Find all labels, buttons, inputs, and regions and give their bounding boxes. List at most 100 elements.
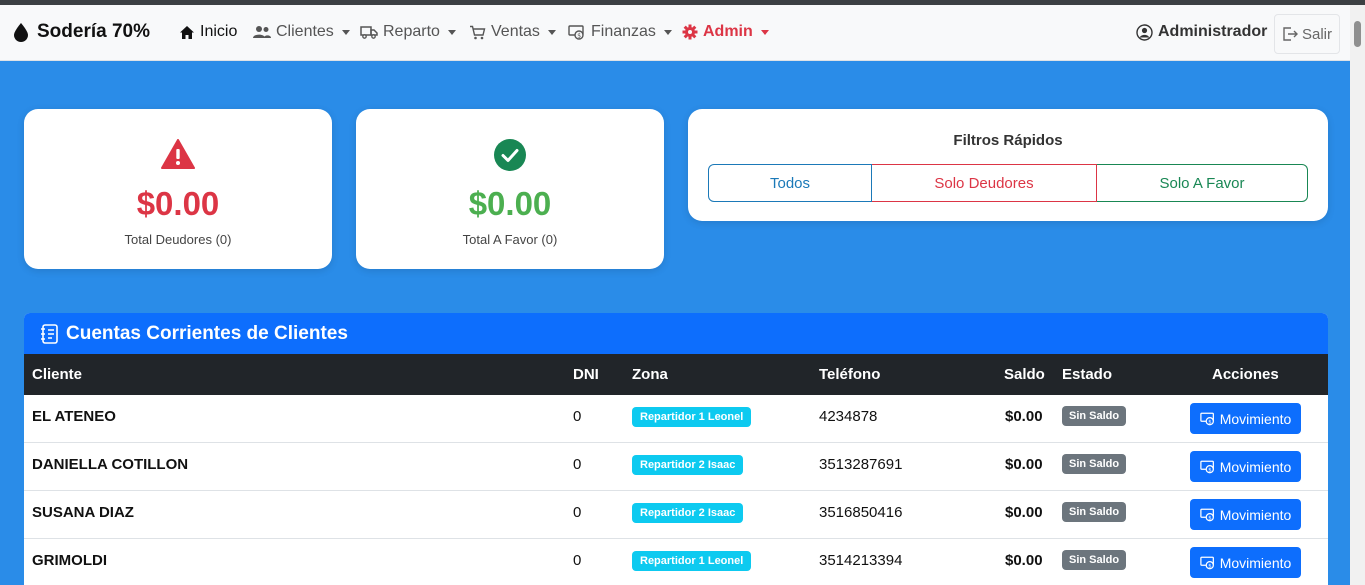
status-badge: Sin Saldo	[1062, 406, 1127, 426]
money-icon: $	[1199, 412, 1214, 425]
cliente-telefono: 3516850416	[819, 504, 903, 521]
zona-badge: Repartidor 1 Leonel	[632, 551, 752, 571]
cliente-dni: 0	[573, 408, 582, 425]
stat-card-favor: $0.00 Total A Favor (0)	[356, 109, 664, 269]
movimiento-button[interactable]: $ Movimiento	[1190, 499, 1301, 530]
cliente-telefono: 3513287691	[819, 456, 903, 473]
cuentas-panel: Cuentas Corrientes de Clientes Cliente D…	[24, 313, 1328, 585]
nav-admin[interactable]: Admin	[682, 23, 769, 41]
home-icon	[180, 25, 194, 39]
user-menu[interactable]: Administrador	[1136, 23, 1267, 41]
total-deudores-label: Total Deudores (0)	[124, 232, 232, 247]
chevron-down-icon	[760, 29, 769, 35]
total-deudores-value: $0.00	[136, 185, 220, 222]
total-favor-value: $0.00	[468, 185, 552, 222]
column-header-acciones: Acciones	[1212, 366, 1279, 383]
cliente-name: GRIMOLDI	[32, 552, 107, 569]
money-icon: $	[568, 24, 584, 40]
table-header: Cliente DNI Zona Teléfono Saldo Estado A…	[24, 354, 1328, 395]
cart-icon	[470, 25, 486, 39]
zona-badge: Repartidor 1 Leonel	[632, 407, 752, 427]
cliente-dni: 0	[573, 504, 582, 521]
movimiento-label: Movimiento	[1219, 458, 1292, 475]
nav-ventas-label: Ventas	[491, 23, 540, 40]
brand[interactable]: Sodería 70%	[13, 21, 150, 43]
nav-admin-label: Admin	[703, 23, 753, 40]
nav-clientes-label: Clientes	[276, 23, 334, 40]
stat-card-deudores: $0.00 Total Deudores (0)	[24, 109, 332, 269]
table-row[interactable]: DANIELLA COTILLON 0 Repartidor 2 Isaac 3…	[24, 443, 1328, 491]
logout-icon	[1283, 27, 1298, 41]
table-row[interactable]: EL ATENEO 0 Repartidor 1 Leonel 4234878 …	[24, 395, 1328, 443]
panel-title: Cuentas Corrientes de Clientes	[66, 322, 348, 344]
movimiento-button[interactable]: $ Movimiento	[1190, 403, 1301, 434]
svg-text:$: $	[1208, 467, 1211, 473]
money-icon: $	[1199, 508, 1214, 521]
movimiento-button[interactable]: $ Movimiento	[1190, 547, 1301, 578]
status-badge: Sin Saldo	[1062, 502, 1127, 522]
chevron-down-icon	[447, 29, 456, 35]
chevron-down-icon	[547, 29, 556, 35]
movimiento-label: Movimiento	[1219, 506, 1292, 523]
cliente-name: DANIELLA COTILLON	[32, 456, 189, 473]
movimiento-label: Movimiento	[1219, 554, 1292, 571]
column-header-telefono[interactable]: Teléfono	[819, 366, 880, 383]
warning-icon	[161, 139, 195, 169]
svg-text:$: $	[1208, 419, 1211, 425]
svg-text:$: $	[1208, 563, 1211, 569]
cliente-saldo: $0.00	[1005, 456, 1043, 473]
nav-ventas[interactable]: Ventas	[469, 23, 556, 41]
users-icon	[253, 26, 271, 38]
top-navbar: Sodería 70% Inicio Clientes Reparto Vent…	[0, 5, 1350, 61]
cliente-saldo: $0.00	[1005, 408, 1043, 425]
cliente-dni: 0	[573, 456, 582, 473]
cliente-dni: 0	[573, 552, 582, 569]
nav-inicio-label: Inicio	[200, 23, 238, 40]
nav-finanzas[interactable]: $ Finanzas	[568, 23, 672, 41]
scrollbar-thumb[interactable]	[1354, 21, 1361, 47]
cliente-name: SUSANA DIAZ	[32, 504, 134, 521]
zona-badge: Repartidor 2 Isaac	[632, 503, 744, 523]
column-header-zona[interactable]: Zona	[632, 366, 668, 383]
user-circle-icon	[1136, 23, 1153, 41]
table-row[interactable]: SUSANA DIAZ 0 Repartidor 2 Isaac 3516850…	[24, 491, 1328, 539]
total-favor-label: Total A Favor (0)	[462, 232, 558, 247]
movimiento-label: Movimiento	[1219, 410, 1292, 427]
panel-header: Cuentas Corrientes de Clientes	[24, 313, 1328, 354]
table-row[interactable]: GRIMOLDI 0 Repartidor 1 Leonel 351421339…	[24, 539, 1328, 585]
column-header-cliente[interactable]: Cliente	[32, 366, 82, 383]
nav-reparto[interactable]: Reparto	[360, 23, 456, 41]
droplet-icon	[14, 23, 28, 42]
filter-todos-button[interactable]: Todos	[708, 164, 872, 202]
money-icon: $	[1199, 460, 1214, 473]
filtros-title: Filtros Rápidos	[953, 132, 1063, 149]
logout-label: Salir	[1301, 25, 1332, 43]
filtros-button-group: Todos Solo Deudores Solo A Favor	[708, 164, 1308, 202]
cliente-name: EL ATENEO	[32, 408, 116, 425]
column-header-estado[interactable]: Estado	[1062, 366, 1112, 383]
svg-text:$: $	[577, 32, 581, 39]
filter-deudores-button[interactable]: Solo Deudores	[872, 164, 1097, 202]
page-scrollbar[interactable]	[1350, 5, 1365, 585]
logout-button[interactable]: Salir	[1274, 14, 1340, 54]
movimiento-button[interactable]: $ Movimiento	[1190, 451, 1301, 482]
column-header-saldo[interactable]: Saldo	[1004, 366, 1045, 383]
brand-name: Sodería 70%	[37, 21, 150, 42]
check-circle-icon	[494, 139, 526, 171]
nav-clientes[interactable]: Clientes	[253, 23, 350, 41]
column-header-dni[interactable]: DNI	[573, 366, 599, 383]
nav-reparto-label: Reparto	[383, 23, 440, 40]
chevron-down-icon	[341, 29, 350, 35]
cliente-saldo: $0.00	[1005, 504, 1043, 521]
status-badge: Sin Saldo	[1062, 550, 1127, 570]
svg-text:$: $	[1208, 515, 1211, 521]
nav-finanzas-label: Finanzas	[591, 23, 656, 40]
truck-icon	[360, 26, 378, 39]
user-name: Administrador	[1158, 23, 1268, 40]
filter-favor-button[interactable]: Solo A Favor	[1097, 164, 1308, 202]
nav-inicio[interactable]: Inicio	[179, 23, 237, 41]
cliente-saldo: $0.00	[1005, 552, 1043, 569]
chevron-down-icon	[663, 29, 672, 35]
status-badge: Sin Saldo	[1062, 454, 1127, 474]
filtros-card: Filtros Rápidos Todos Solo Deudores Solo…	[688, 109, 1328, 221]
